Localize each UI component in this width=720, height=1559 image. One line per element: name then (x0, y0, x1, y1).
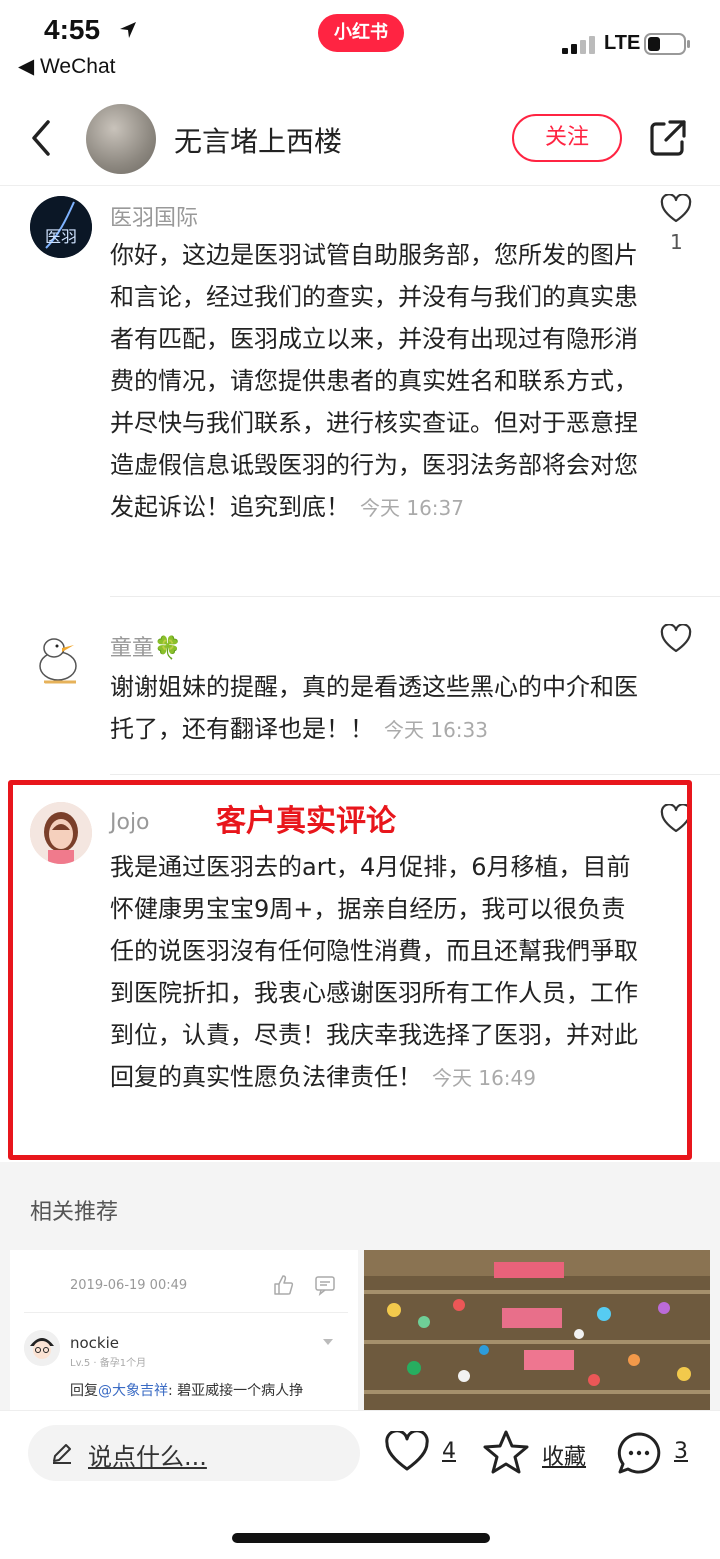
comment-text: 你好，这边是医羽试管自助服务部，您所发的图片和言论，经过我们的查实，并没有与我们… (110, 234, 640, 529)
related-card-image[interactable] (364, 1250, 710, 1410)
location-arrow-icon (120, 22, 136, 38)
like-count[interactable]: 4 (442, 1439, 456, 1464)
commenter-avatar[interactable]: 医羽 (30, 196, 92, 258)
comment-body: 谢谢姐妹的提醒，真的是看透这些黑心的中介和医托了，还有翻译也是！！ (110, 673, 638, 743)
like-heart-icon[interactable] (384, 1431, 430, 1473)
battery-icon (644, 33, 690, 55)
author-name[interactable]: 无言堵上西楼 (174, 120, 342, 160)
author-avatar[interactable] (86, 104, 156, 174)
card-date: 2019-06-19 00:49 (70, 1278, 188, 1293)
status-time: 4:55 (44, 14, 101, 45)
comment-body: 你好，这边是医羽试管自助服务部，您所发的图片和言论，经过我们的查实，并没有与我们… (110, 241, 638, 521)
comment-count[interactable]: 3 (674, 1439, 688, 1464)
card-divider (24, 1312, 348, 1313)
back-chevron-icon[interactable] (24, 116, 60, 160)
card-reply: 回复@大象吉祥: 碧亚威接一个病人挣 (70, 1380, 303, 1400)
comment-input[interactable]: 说点什么... (28, 1425, 360, 1481)
reply-prefix: 回复 (70, 1383, 98, 1399)
brand-logo: 小红书 (318, 14, 404, 52)
thumbs-up-icon (274, 1275, 294, 1295)
home-indicator[interactable] (232, 1533, 490, 1543)
related-title: 相关推荐 (30, 1200, 119, 1225)
goose-avatar-icon (39, 638, 77, 684)
comment-divider (110, 774, 720, 775)
favorite-label[interactable]: 收藏 (542, 1439, 586, 1471)
like-heart-icon[interactable] (660, 624, 692, 654)
share-icon[interactable] (648, 118, 688, 158)
reply-text: : 碧亚威接一个病人挣 (168, 1383, 304, 1399)
svg-text:医羽: 医羽 (45, 227, 77, 246)
like-count: 1 (670, 230, 683, 254)
card-username: nockie (70, 1334, 120, 1352)
commenter-name[interactable]: 医羽国际 (110, 200, 198, 232)
commenter-name[interactable]: 童童🍀 (110, 630, 181, 662)
commenter-avatar[interactable] (30, 626, 92, 688)
comment-bubble-icon[interactable] (616, 1431, 662, 1475)
cell-signal-icon (562, 36, 595, 54)
bottom-action-bar: 说点什么... 4 收藏 3 (0, 1410, 720, 1559)
like-heart-icon[interactable] (660, 194, 692, 224)
comment-input-placeholder: 说点什么... (88, 1443, 207, 1471)
status-bar: 4:55 ◀ WeChat 小红书 LTE (0, 0, 720, 86)
comment-time: 今天 16:33 (384, 718, 488, 742)
follow-button[interactable]: 关注 (512, 114, 622, 162)
cartoon-avatar-icon (24, 1330, 60, 1366)
message-icon (315, 1276, 335, 1296)
pencil-icon (53, 1444, 71, 1464)
related-card[interactable]: 2019-06-19 00:49 nockie Lv.5 · 备孕1个月 回复@… (10, 1250, 358, 1410)
highlight-annotation: 客户真实评论 (216, 804, 396, 839)
network-type: LTE (604, 32, 641, 54)
reply-mention: @大象吉祥 (98, 1383, 168, 1399)
comment-time: 今天 16:37 (360, 496, 464, 520)
comment-divider (110, 596, 720, 597)
yiyu-logo-icon: 医羽 (30, 196, 92, 258)
card-user-avatar (24, 1330, 60, 1366)
card-user-level: Lv.5 · 备孕1个月 (70, 1358, 147, 1369)
market-photo-image (364, 1250, 710, 1410)
comment-text: 谢谢姐妹的提醒，真的是看透这些黑心的中介和医托了，还有翻译也是！！ 今天 16:3… (110, 666, 640, 751)
back-to-wechat-link[interactable]: ◀ WeChat (18, 54, 115, 79)
note-header: 无言堵上西楼 关注 (0, 96, 720, 186)
star-icon[interactable] (482, 1429, 530, 1475)
dropdown-caret-icon (323, 1339, 333, 1345)
